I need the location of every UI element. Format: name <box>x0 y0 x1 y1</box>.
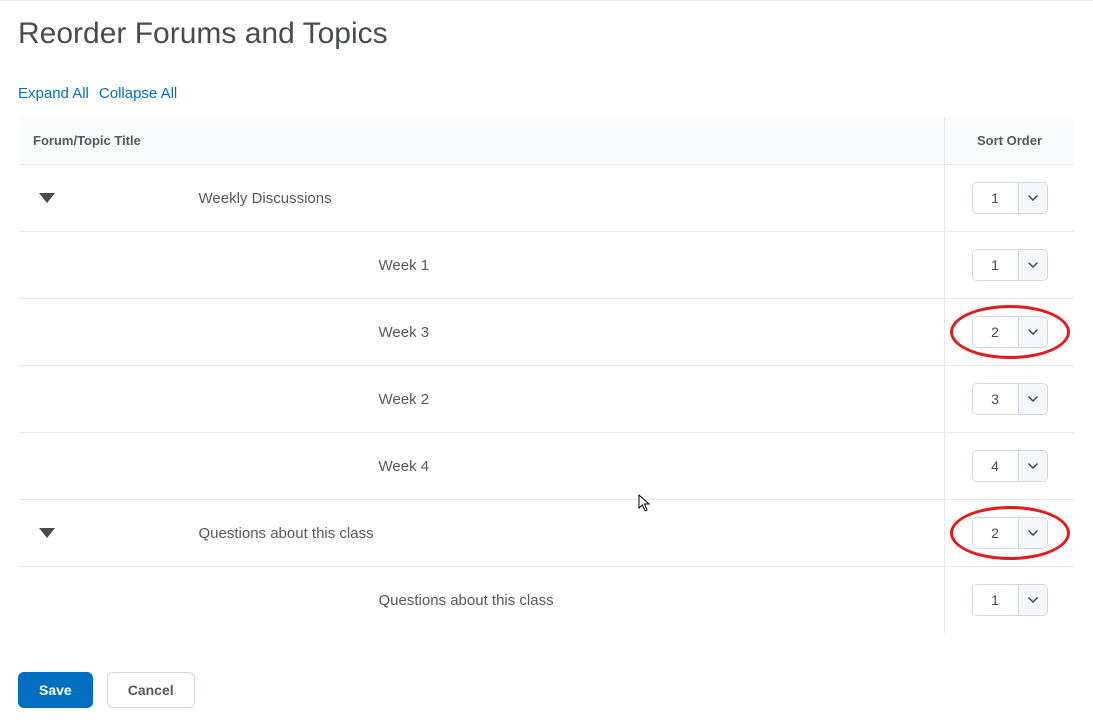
collapse-all-link[interactable]: Collapse All <box>99 85 177 102</box>
topic-title: Week 3 <box>199 299 945 366</box>
chevron-down-icon <box>1019 518 1047 548</box>
chevron-down-icon <box>1019 183 1047 213</box>
chevron-down-icon <box>1019 250 1047 280</box>
sort-order-select[interactable]: 1 <box>972 249 1048 281</box>
topic-title: Week 2 <box>199 366 945 433</box>
sort-order-value: 1 <box>973 183 1019 213</box>
reorder-table: Forum/Topic Title Sort Order Weekly Disc… <box>18 116 1075 634</box>
sort-order-value: 4 <box>973 451 1019 481</box>
sort-order-select[interactable]: 1 <box>972 584 1048 616</box>
chevron-down-icon <box>1019 585 1047 615</box>
column-header-sort: Sort Order <box>945 117 1075 165</box>
table-row: Week 3 2 <box>19 299 1075 366</box>
expand-collapse-row: Expand All Collapse All <box>18 85 1075 102</box>
topic-title: Questions about this class <box>199 567 945 634</box>
expand-all-link[interactable]: Expand All <box>18 85 89 102</box>
sort-order-value: 1 <box>973 585 1019 615</box>
sort-order-value: 2 <box>973 518 1019 548</box>
forum-title: Weekly Discussions <box>199 165 945 232</box>
table-row: Questions about this class 2 <box>19 500 1075 567</box>
collapse-forum-icon[interactable] <box>39 528 55 538</box>
sort-order-select[interactable]: 2 <box>972 316 1048 348</box>
table-row: Week 2 3 <box>19 366 1075 433</box>
sort-order-value: 3 <box>973 384 1019 414</box>
sort-order-select[interactable]: 4 <box>972 450 1048 482</box>
collapse-forum-icon[interactable] <box>39 193 55 203</box>
button-row: Save Cancel <box>18 672 1075 708</box>
page-title: Reorder Forums and Topics <box>18 17 1075 51</box>
save-button[interactable]: Save <box>18 672 93 708</box>
topic-title: Week 1 <box>199 232 945 299</box>
table-row: Questions about this class 1 <box>19 567 1075 634</box>
chevron-down-icon <box>1019 384 1047 414</box>
sort-order-select[interactable]: 1 <box>972 182 1048 214</box>
table-row: Week 4 4 <box>19 433 1075 500</box>
chevron-down-icon <box>1019 451 1047 481</box>
table-row: Weekly Discussions 1 <box>19 165 1075 232</box>
page-container: Reorder Forums and Topics Expand All Col… <box>0 3 1093 708</box>
column-header-title: Forum/Topic Title <box>19 117 945 165</box>
sort-order-select[interactable]: 2 <box>972 517 1048 549</box>
sort-order-value: 2 <box>973 317 1019 347</box>
chevron-down-icon <box>1019 317 1047 347</box>
sort-order-select[interactable]: 3 <box>972 383 1048 415</box>
table-row: Week 1 1 <box>19 232 1075 299</box>
topic-title: Week 4 <box>199 433 945 500</box>
forum-title: Questions about this class <box>199 500 945 567</box>
cancel-button[interactable]: Cancel <box>107 672 195 708</box>
sort-order-value: 1 <box>973 250 1019 280</box>
